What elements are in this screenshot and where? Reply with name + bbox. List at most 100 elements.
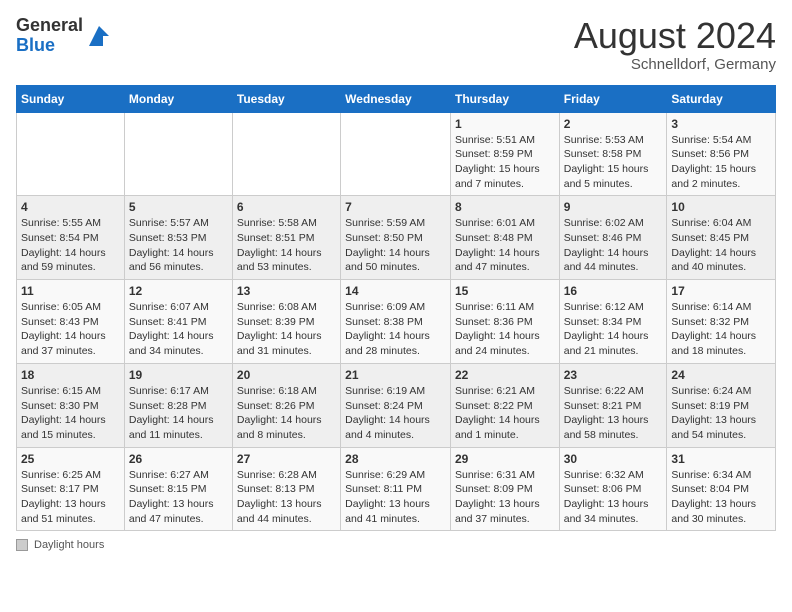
title-section: August 2024 Schnelldorf, Germany: [574, 16, 776, 73]
calendar-cell: 25 Sunrise: 6:25 AM Sunset: 8:17 PM Dayli…: [17, 447, 125, 531]
header-day-thursday: Thursday: [450, 85, 559, 112]
day-info: Sunrise: 6:29 AM Sunset: 8:11 PM Dayligh…: [345, 468, 446, 527]
calendar-cell: [17, 112, 125, 196]
calendar-cell: 12 Sunrise: 6:07 AM Sunset: 8:41 PM Dayli…: [124, 280, 232, 364]
calendar-cell: [341, 112, 451, 196]
calendar-cell: 21 Sunrise: 6:19 AM Sunset: 8:24 PM Dayli…: [341, 363, 451, 447]
calendar-cell: 13 Sunrise: 6:08 AM Sunset: 8:39 PM Dayli…: [232, 280, 340, 364]
calendar-table: SundayMondayTuesdayWednesdayThursdayFrid…: [16, 85, 776, 532]
calendar-cell: 15Sunrise: 6:11 AM Sunset: 8:36 PM Dayli…: [450, 280, 559, 364]
day-info: Sunrise: 6:25 AM Sunset: 8:17 PM Dayligh…: [21, 468, 120, 527]
calendar-cell: 24 Sunrise: 6:24 AM Sunset: 8:19 PM Dayli…: [667, 363, 776, 447]
day-info: Sunrise: 6:07 AM Sunset: 8:41 PM Dayligh…: [129, 300, 228, 359]
day-info: Sunrise: 6:18 AM Sunset: 8:26 PM Dayligh…: [237, 384, 336, 443]
header-day-tuesday: Tuesday: [232, 85, 340, 112]
calendar-cell: 29 Sunrise: 6:31 AM Sunset: 8:09 PM Dayli…: [450, 447, 559, 531]
calendar-header: SundayMondayTuesdayWednesdayThursdayFrid…: [17, 85, 776, 112]
day-number: 15: [455, 284, 555, 298]
calendar-cell: 6 Sunrise: 5:58 AM Sunset: 8:51 PM Daylig…: [232, 196, 340, 280]
day-number: 8: [455, 200, 555, 214]
day-number: 25: [21, 452, 120, 466]
calendar-cell: 26 Sunrise: 6:27 AM Sunset: 8:15 PM Dayli…: [124, 447, 232, 531]
location: Schnelldorf, Germany: [574, 56, 776, 73]
day-info: Sunrise: 6:01 AM Sunset: 8:48 PM Dayligh…: [455, 216, 555, 275]
header-day-wednesday: Wednesday: [341, 85, 451, 112]
calendar-cell: 18 Sunrise: 6:15 AM Sunset: 8:30 PM Dayli…: [17, 363, 125, 447]
calendar-cell: 27Sunrise: 6:28 AM Sunset: 8:13 PM Dayli…: [232, 447, 340, 531]
day-number: 21: [345, 368, 446, 382]
day-number: 24: [671, 368, 771, 382]
day-info: Sunrise: 6:14 AM Sunset: 8:32 PM Dayligh…: [671, 300, 771, 359]
day-number: 29: [455, 452, 555, 466]
day-number: 3: [671, 117, 771, 131]
day-info: Sunrise: 6:08 AM Sunset: 8:39 PM Dayligh…: [237, 300, 336, 359]
day-number: 19: [129, 368, 228, 382]
calendar-cell: 14Sunrise: 6:09 AM Sunset: 8:38 PM Dayli…: [341, 280, 451, 364]
week-row-0: 1Sunrise: 5:51 AM Sunset: 8:59 PM Daylig…: [17, 112, 776, 196]
header-day-saturday: Saturday: [667, 85, 776, 112]
day-number: 26: [129, 452, 228, 466]
logo: General Blue: [16, 16, 113, 56]
day-info: Sunrise: 5:58 AM Sunset: 8:51 PM Dayligh…: [237, 216, 336, 275]
day-info: Sunrise: 5:57 AM Sunset: 8:53 PM Dayligh…: [129, 216, 228, 275]
day-number: 1: [455, 117, 555, 131]
day-number: 16: [564, 284, 663, 298]
page-header: General Blue August 2024 Schnelldorf, Ge…: [16, 16, 776, 73]
day-number: 31: [671, 452, 771, 466]
day-number: 13: [237, 284, 336, 298]
calendar-cell: 8 Sunrise: 6:01 AM Sunset: 8:48 PM Daylig…: [450, 196, 559, 280]
day-info: Sunrise: 6:17 AM Sunset: 8:28 PM Dayligh…: [129, 384, 228, 443]
day-info: Sunrise: 6:27 AM Sunset: 8:15 PM Dayligh…: [129, 468, 228, 527]
day-number: 12: [129, 284, 228, 298]
day-number: 22: [455, 368, 555, 382]
day-info: Sunrise: 6:31 AM Sunset: 8:09 PM Dayligh…: [455, 468, 555, 527]
day-number: 18: [21, 368, 120, 382]
month-year: August 2024: [574, 16, 776, 56]
logo-general: General: [16, 15, 83, 35]
header-day-monday: Monday: [124, 85, 232, 112]
week-row-3: 18 Sunrise: 6:15 AM Sunset: 8:30 PM Dayli…: [17, 363, 776, 447]
day-number: 4: [21, 200, 120, 214]
week-row-4: 25 Sunrise: 6:25 AM Sunset: 8:17 PM Dayli…: [17, 447, 776, 531]
calendar-cell: 31 Sunrise: 6:34 AM Sunset: 8:04 PM Dayli…: [667, 447, 776, 531]
day-info: Sunrise: 6:04 AM Sunset: 8:45 PM Dayligh…: [671, 216, 771, 275]
day-info: Sunrise: 6:32 AM Sunset: 8:06 PM Dayligh…: [564, 468, 663, 527]
calendar-cell: 5 Sunrise: 5:57 AM Sunset: 8:53 PM Daylig…: [124, 196, 232, 280]
day-info: Sunrise: 6:05 AM Sunset: 8:43 PM Dayligh…: [21, 300, 120, 359]
logo-blue: Blue: [16, 35, 55, 55]
day-info: Sunrise: 6:12 AM Sunset: 8:34 PM Dayligh…: [564, 300, 663, 359]
day-info: Sunrise: 6:24 AM Sunset: 8:19 PM Dayligh…: [671, 384, 771, 443]
day-number: 10: [671, 200, 771, 214]
day-info: Sunrise: 6:02 AM Sunset: 8:46 PM Dayligh…: [564, 216, 663, 275]
day-number: 5: [129, 200, 228, 214]
day-info: Sunrise: 6:15 AM Sunset: 8:30 PM Dayligh…: [21, 384, 120, 443]
calendar-cell: 20Sunrise: 6:18 AM Sunset: 8:26 PM Dayli…: [232, 363, 340, 447]
day-number: 7: [345, 200, 446, 214]
day-info: Sunrise: 5:59 AM Sunset: 8:50 PM Dayligh…: [345, 216, 446, 275]
day-number: 6: [237, 200, 336, 214]
day-number: 11: [21, 284, 120, 298]
day-number: 2: [564, 117, 663, 131]
day-info: Sunrise: 5:55 AM Sunset: 8:54 PM Dayligh…: [21, 216, 120, 275]
calendar-cell: 19 Sunrise: 6:17 AM Sunset: 8:28 PM Dayli…: [124, 363, 232, 447]
calendar-cell: 22 Sunrise: 6:21 AM Sunset: 8:22 PM Dayli…: [450, 363, 559, 447]
calendar-cell: 3Sunrise: 5:54 AM Sunset: 8:56 PM Daylig…: [667, 112, 776, 196]
day-info: Sunrise: 6:22 AM Sunset: 8:21 PM Dayligh…: [564, 384, 663, 443]
calendar-cell: 10 Sunrise: 6:04 AM Sunset: 8:45 PM Dayli…: [667, 196, 776, 280]
day-info: Sunrise: 6:34 AM Sunset: 8:04 PM Dayligh…: [671, 468, 771, 527]
header-row: SundayMondayTuesdayWednesdayThursdayFrid…: [17, 85, 776, 112]
calendar-cell: 16 Sunrise: 6:12 AM Sunset: 8:34 PM Dayli…: [559, 280, 667, 364]
logo-icon: [85, 22, 113, 50]
week-row-2: 11 Sunrise: 6:05 AM Sunset: 8:43 PM Dayli…: [17, 280, 776, 364]
day-info: Sunrise: 6:21 AM Sunset: 8:22 PM Dayligh…: [455, 384, 555, 443]
calendar-cell: 4 Sunrise: 5:55 AM Sunset: 8:54 PM Daylig…: [17, 196, 125, 280]
day-info: Sunrise: 6:09 AM Sunset: 8:38 PM Dayligh…: [345, 300, 446, 359]
day-number: 28: [345, 452, 446, 466]
daylight-label: Daylight hours: [34, 539, 104, 551]
daylight-dot: [16, 539, 28, 551]
calendar-cell: [124, 112, 232, 196]
header-day-sunday: Sunday: [17, 85, 125, 112]
calendar-cell: 9Sunrise: 6:02 AM Sunset: 8:46 PM Daylig…: [559, 196, 667, 280]
day-number: 27: [237, 452, 336, 466]
day-info: Sunrise: 6:19 AM Sunset: 8:24 PM Dayligh…: [345, 384, 446, 443]
